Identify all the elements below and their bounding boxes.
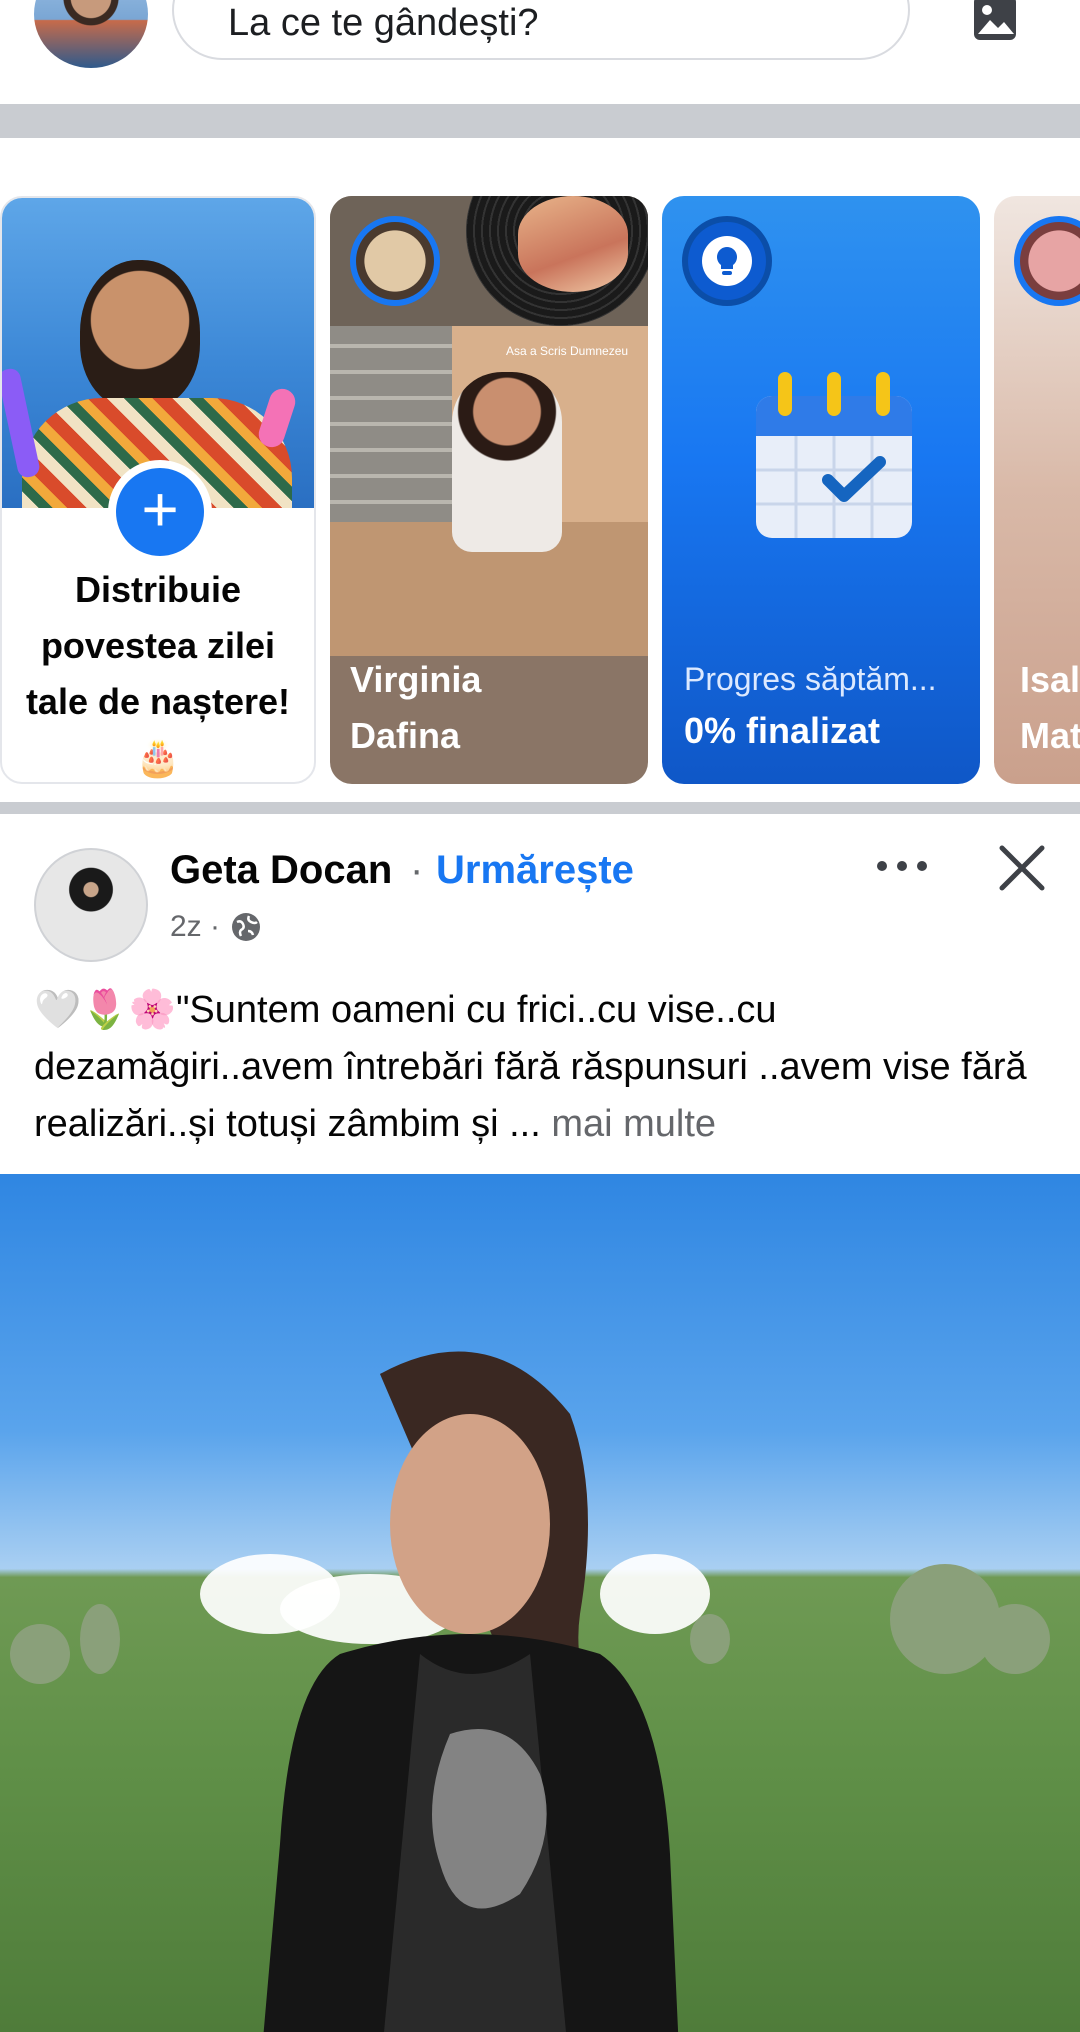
more-icon[interactable] (872, 846, 932, 886)
feed-post: Geta Docan · Urmărește 2z · 🤍🌷🌸"Suntem o… (0, 814, 1080, 2032)
composer-placeholder: La ce te gândești? (228, 2, 539, 44)
section-divider (0, 802, 1080, 814)
story-author-name: Isal Mat (1020, 659, 1080, 756)
plus-icon[interactable]: + (108, 460, 212, 564)
story-card-partial[interactable]: Isal Mat (994, 196, 1080, 784)
post-photo[interactable] (0, 1174, 1080, 2032)
story-overlay-caption: Asa a Scris Dumnezeu (506, 344, 629, 358)
create-story-card[interactable]: + Distribuie povestea zilei tale de nașt… (0, 196, 316, 784)
progress-subtitle: Progres săptăm... (684, 661, 937, 697)
follow-button[interactable]: Urmărește (436, 848, 634, 893)
section-divider (0, 104, 1080, 138)
calendar-check-icon (756, 372, 912, 538)
story-photo: Asa a Scris Dumnezeu (330, 326, 648, 656)
post-meta: 2z · (170, 910, 262, 944)
see-more-link[interactable]: mai multe (551, 1103, 716, 1145)
person-figure (263, 1351, 679, 2032)
globe-icon (232, 913, 261, 941)
post-author-avatar[interactable] (34, 848, 148, 962)
composer: La ce te gândești? (0, 0, 1080, 104)
story-avatar (1014, 216, 1080, 306)
progress-title: 0% finalizat (684, 710, 881, 751)
post-author-name[interactable]: Geta Docan (170, 848, 392, 893)
name-separator: · (410, 848, 424, 892)
photo-icon[interactable] (972, 0, 1018, 42)
create-story-label: Distribuie povestea zilei tale de nașter… (25, 569, 291, 778)
post-time: 2z · (170, 910, 221, 943)
story-avatar (350, 216, 440, 306)
stories-tray: + Distribuie povestea zilei tale de nașt… (0, 138, 1080, 802)
post-text: 🤍🌷🌸"Suntem oameni cu frici..cu vise..cu … (34, 989, 1027, 1145)
weekly-progress-card[interactable]: Progres săptăm... 0% finalizat (662, 196, 980, 784)
story-author-name: Virginia Dafina (350, 659, 482, 756)
lightbulb-icon (682, 216, 772, 306)
story-card-virginia[interactable]: Asa a Scris Dumnezeu Virginia Dafina (330, 196, 648, 784)
user-avatar[interactable] (34, 0, 148, 68)
composer-input[interactable]: La ce te gândești? (172, 0, 910, 60)
close-icon[interactable] (994, 840, 1050, 896)
